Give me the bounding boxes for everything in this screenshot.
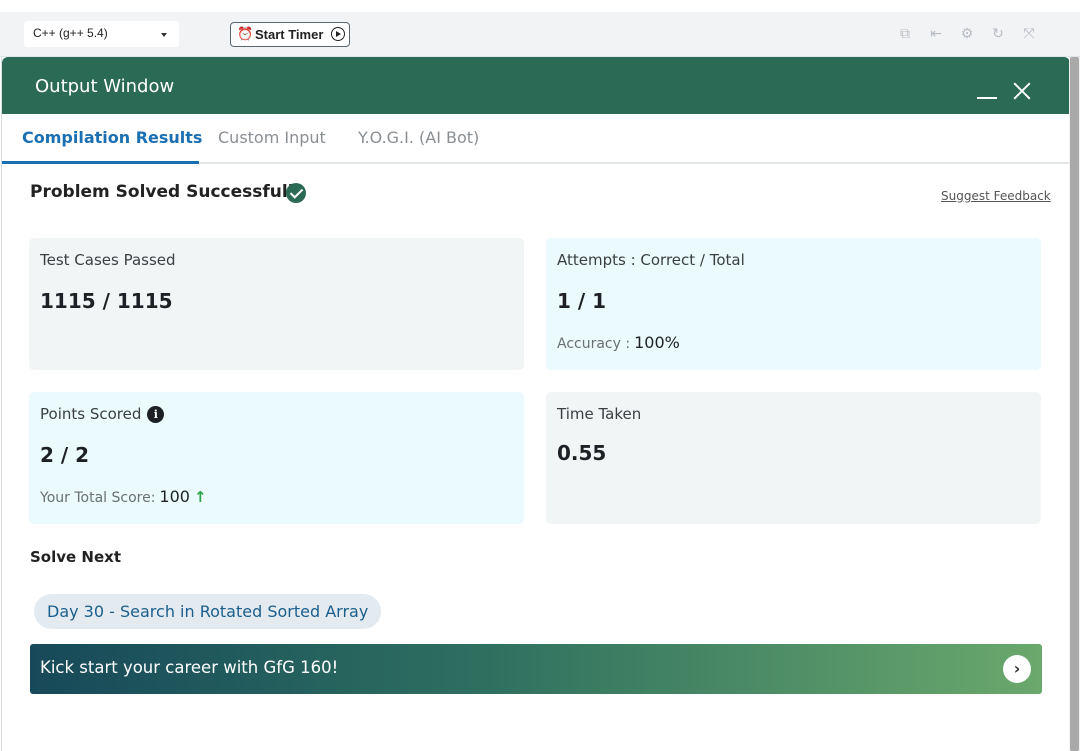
minimize-icon[interactable] bbox=[977, 97, 997, 99]
start-timer-label: Start Timer bbox=[255, 27, 324, 42]
start-timer-button[interactable]: ⏰ Start Timer bbox=[230, 22, 350, 47]
points-value: 2 / 2 bbox=[40, 443, 90, 467]
time-taken-card: Time Taken 0.55 bbox=[546, 392, 1041, 524]
points-label: Points Scored bbox=[40, 405, 142, 423]
total-score-value: 100 bbox=[159, 487, 190, 506]
language-select[interactable]: C++ (g++ 5.4) bbox=[24, 21, 179, 47]
active-tab-indicator bbox=[2, 161, 199, 164]
result-status: Problem Solved Successfully bbox=[30, 182, 306, 206]
test-cases-label: Test Cases Passed bbox=[40, 251, 176, 269]
output-window: Output Window Compilation Results Custom… bbox=[1, 57, 1070, 751]
time-taken-label: Time Taken bbox=[557, 405, 642, 423]
chevron-right-icon[interactable]: › bbox=[1003, 655, 1031, 683]
scrollbar[interactable] bbox=[1069, 57, 1080, 751]
total-score: Your Total Score: 100 ↑ bbox=[40, 487, 207, 506]
language-select-value: C++ (g++ 5.4) bbox=[33, 26, 108, 40]
tab-compilation-results[interactable]: Compilation Results bbox=[22, 128, 202, 147]
scrollbar-thumb[interactable] bbox=[1070, 57, 1079, 751]
points-card: Points Scored i 2 / 2 Your Total Score: 10… bbox=[29, 392, 524, 524]
output-window-header: Output Window bbox=[2, 57, 1070, 114]
result-status-text: Problem Solved Successfully bbox=[30, 182, 305, 202]
gfg160-banner[interactable]: Kick start your career with GfG 160! › bbox=[30, 644, 1042, 694]
chevron-down-icon bbox=[161, 33, 167, 37]
attempts-label: Attempts : Correct / Total bbox=[557, 251, 745, 269]
top-toolbar: C++ (g++ 5.4) ⏰ Start Timer ⧉ ⇤ ⚙ ↻ ⤧ bbox=[0, 0, 1080, 57]
tab-custom-input[interactable]: Custom Input bbox=[218, 128, 326, 147]
banner-text: Kick start your career with GfG 160! bbox=[40, 658, 339, 677]
points-label-row: Points Scored i bbox=[40, 405, 165, 423]
info-icon[interactable]: i bbox=[147, 406, 165, 423]
test-cases-card: Test Cases Passed 1115 / 1115 bbox=[29, 238, 524, 370]
attempts-value: 1 / 1 bbox=[557, 289, 607, 313]
suggest-feedback-link[interactable]: Suggest Feedback bbox=[941, 189, 1051, 203]
attempts-card: Attempts : Correct / Total 1 / 1 Accurac… bbox=[546, 238, 1041, 370]
fullscreen-icon[interactable]: ⤧ bbox=[1021, 26, 1037, 42]
accuracy: Accuracy :100% bbox=[557, 333, 680, 352]
test-cases-value: 1115 / 1115 bbox=[40, 289, 173, 313]
close-icon[interactable] bbox=[1010, 79, 1034, 103]
accuracy-label: Accuracy : bbox=[557, 336, 631, 352]
total-score-label: Your Total Score: bbox=[40, 490, 156, 506]
accuracy-value: 100% bbox=[634, 333, 680, 352]
output-window-title: Output Window bbox=[35, 76, 175, 97]
exit-icon[interactable]: ⇤ bbox=[928, 26, 944, 42]
settings-icon[interactable]: ⚙ bbox=[959, 26, 975, 42]
arrow-up-icon: ↑ bbox=[193, 488, 207, 506]
copy-icon[interactable]: ⧉ bbox=[897, 26, 913, 42]
tab-yogi-ai-bot[interactable]: Y.O.G.I. (AI Bot) bbox=[358, 128, 479, 147]
solve-next-heading: Solve Next bbox=[30, 548, 121, 566]
output-tabs: Compilation Results Custom Input Y.O.G.I… bbox=[2, 114, 1070, 164]
play-icon bbox=[331, 27, 345, 41]
alarm-clock-icon: ⏰ bbox=[237, 26, 254, 41]
refresh-icon[interactable]: ↻ bbox=[990, 26, 1006, 42]
check-circle-icon bbox=[286, 183, 306, 203]
next-problem-chip[interactable]: Day 30 - Search in Rotated Sorted Array bbox=[34, 594, 382, 629]
time-taken-value: 0.55 bbox=[557, 441, 607, 465]
